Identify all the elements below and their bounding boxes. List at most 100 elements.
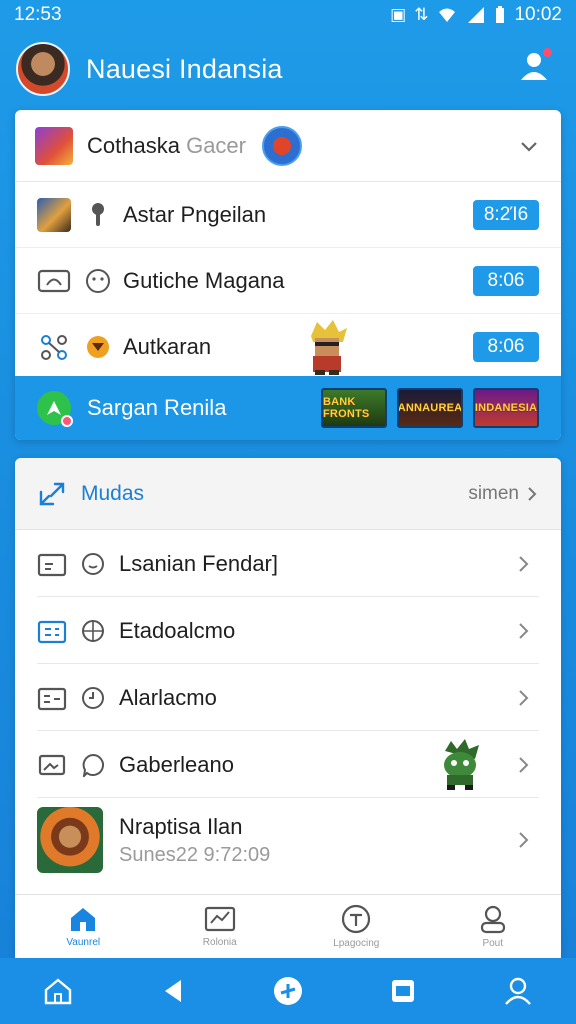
- home-outline-icon: [44, 978, 71, 1005]
- status-icons: ▣ ⇅ 10:02: [390, 4, 562, 26]
- card-icon: [37, 620, 67, 643]
- notification-icon: ▣: [390, 5, 407, 24]
- menu-card-title: Mudas: [81, 481, 145, 505]
- compass-icon: [342, 904, 371, 934]
- monster-sprite-icon: [444, 739, 479, 790]
- promo-label: Sargan Renila: [87, 395, 227, 420]
- games-card-title-faded: Gacer: [186, 132, 246, 158]
- chat-icon: [82, 753, 104, 777]
- tab-discover[interactable]: Lpagocing: [288, 895, 425, 958]
- time-badge: 8:06: [473, 332, 539, 362]
- recent-game-text: Nraptisa Ilan Sunes22 9:72:09: [119, 814, 270, 867]
- chevron-right-icon: [519, 623, 529, 639]
- tab-label: Rolonia: [202, 937, 237, 948]
- chart-icon: [204, 906, 235, 932]
- recent-game-row[interactable]: Nraptisa Ilan Sunes22 9:72:09: [15, 798, 561, 882]
- tab-stats[interactable]: Rolonia: [152, 895, 289, 958]
- games-card-title-main: Cothaska: [87, 132, 180, 158]
- home-icon: [71, 908, 96, 931]
- calendar-icon: [37, 553, 67, 576]
- time-badge: 8:06: [473, 266, 539, 296]
- menu-card: Mudas simen Lsanian Fendar] Etadoalcmo A…: [15, 458, 561, 958]
- smile-icon: [82, 552, 104, 575]
- chevron-right-icon: [528, 486, 537, 501]
- tab-profile[interactable]: Pout: [425, 895, 562, 958]
- window-icon: [392, 980, 415, 1002]
- status-time-right: 10:02: [514, 4, 562, 25]
- nav-account-button[interactable]: [498, 971, 538, 1011]
- back-triangle-icon: [164, 980, 181, 1002]
- face-icon: [85, 268, 111, 294]
- game-row-label: Autkaran: [123, 334, 212, 359]
- data-sync-icon: ⇅: [414, 5, 429, 24]
- nav-home-button[interactable]: [38, 971, 78, 1011]
- account-icon: [505, 977, 532, 1005]
- promo-thumb[interactable]: BANK FRONTS: [321, 388, 387, 428]
- chevron-right-icon: [519, 832, 529, 848]
- see-more-label: simen: [468, 482, 519, 504]
- game-row[interactable]: Gutiche Magana 8:06: [15, 248, 561, 314]
- bottom-tab-bar: Vaunrel Rolonia Lpagocing Pout: [15, 894, 561, 958]
- id-card-icon: [37, 687, 67, 710]
- network-icon: [37, 330, 71, 364]
- menu-row[interactable]: Etadoalcmo: [15, 597, 561, 664]
- game-thumbnail: [37, 807, 103, 873]
- clock-icon: [82, 686, 104, 709]
- globe-icon: [82, 619, 104, 642]
- person-icon: [480, 905, 505, 934]
- add-game-icon: [37, 391, 73, 427]
- recent-game-subtitle: Sunes22 9:72:09: [119, 843, 271, 866]
- status-bar: 12:53 ▣ ⇅ 10:02: [0, 0, 576, 30]
- games-card-header[interactable]: Cothaska Gacer: [15, 110, 561, 182]
- menu-row-label: Etadoalcmo: [119, 617, 236, 643]
- avatar[interactable]: [16, 42, 70, 96]
- page-title: Nauesi Indansia: [86, 53, 283, 84]
- chevron-right-icon: [519, 556, 529, 572]
- menu-row-label: Gaberleano: [119, 751, 234, 777]
- game-row-label: Astar Pngeilan: [123, 201, 267, 227]
- tab-label: Lpagocing: [333, 938, 380, 949]
- tab-home[interactable]: Vaunrel: [15, 895, 152, 958]
- menu-row-label: Alarlacmo: [119, 684, 217, 710]
- nav-recents-button[interactable]: [383, 971, 423, 1011]
- games-card: Cothaska Gacer Astar Pngeilan 8:2Ί6 Guti…: [15, 110, 561, 440]
- nav-center-button[interactable]: [268, 971, 308, 1011]
- promo-thumb[interactable]: ANNAUREA: [397, 388, 463, 428]
- recent-game-name: Nraptisa Ilan: [119, 813, 243, 839]
- game-badge-icon: [262, 125, 302, 166]
- time-badge: 8:2Ί6: [473, 200, 539, 230]
- chevron-down-icon[interactable]: [517, 134, 541, 158]
- game-row[interactable]: Astar Pngeilan 8:2Ί6: [15, 182, 561, 248]
- status-time-left: 12:53: [14, 4, 62, 25]
- system-nav-bar: [0, 958, 576, 1024]
- promo-banner[interactable]: Sargan Renila BANK FRONTS ANNAUREA INDAN…: [15, 376, 561, 440]
- promo-thumb[interactable]: INDANESIA: [473, 388, 539, 428]
- key-icon: [85, 202, 111, 228]
- game-row[interactable]: Autkaran 8:06: [15, 314, 561, 380]
- battery-icon: [496, 6, 505, 23]
- nav-back-button[interactable]: [153, 971, 193, 1011]
- gauge-icon: [37, 264, 71, 298]
- fox-icon: [85, 334, 111, 360]
- character-sprite-icon: [311, 320, 347, 375]
- game-thumbnail: [37, 197, 71, 232]
- games-card-title: Cothaska Gacer: [87, 133, 246, 159]
- notification-dot: [543, 48, 552, 57]
- menu-row[interactable]: Lsanian Fendar]: [15, 530, 561, 597]
- promo-alert-dot: [61, 415, 73, 427]
- menu-row[interactable]: Alarlacmo: [15, 664, 561, 731]
- menu-row[interactable]: Gaberleano: [15, 731, 561, 798]
- app-header: Nauesi Indansia: [0, 30, 576, 108]
- menu-row-label: Lsanian Fendar]: [119, 550, 278, 576]
- wifi-icon: [439, 8, 456, 22]
- game-thumbnail: [35, 126, 73, 165]
- see-more-link[interactable]: simen: [468, 483, 539, 505]
- game-row-label: Gutiche Magana: [123, 267, 285, 293]
- chevron-right-icon: [519, 757, 529, 773]
- plus-circle-icon: [273, 977, 302, 1005]
- tab-label: Vaunrel: [66, 937, 101, 948]
- menu-card-header[interactable]: Mudas simen: [15, 458, 561, 530]
- chevron-right-icon: [519, 690, 529, 706]
- profile-button[interactable]: [514, 46, 554, 86]
- tab-label: Pout: [482, 938, 504, 949]
